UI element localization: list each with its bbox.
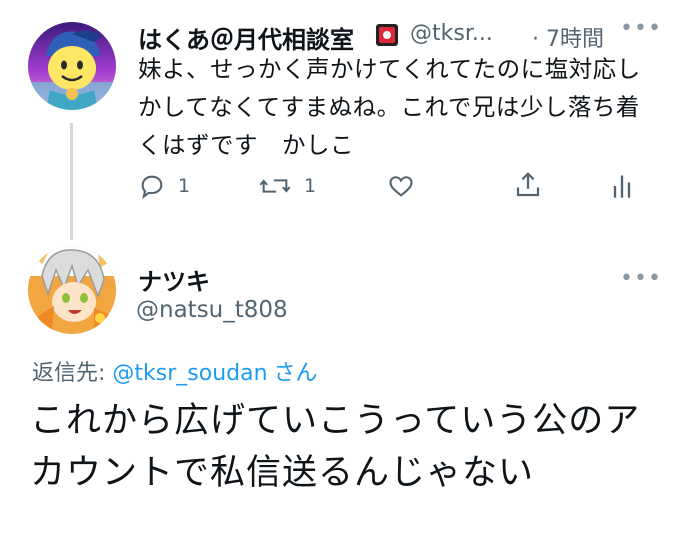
share-icon — [516, 172, 540, 197]
reply-to-suffix: さん — [273, 361, 318, 386]
analytics-button[interactable] — [610, 172, 634, 200]
more-options-icon[interactable]: ••• — [620, 16, 662, 41]
like-button[interactable] — [386, 172, 416, 200]
retweet-button[interactable]: 1 — [258, 172, 316, 200]
reply-count: 1 — [178, 175, 191, 197]
red-envelope-card-icon — [376, 24, 398, 46]
reply-icon — [141, 175, 163, 200]
analytics-icon — [613, 175, 631, 198]
more-options-icon[interactable]: ••• — [620, 266, 662, 291]
reply-button[interactable]: 1 — [138, 172, 190, 200]
heart-icon — [389, 176, 413, 197]
tweet1-header: はくあ＠月代相談室 @tksr... · 7時間 ••• — [138, 16, 661, 54]
user-handle[interactable]: @natsu_t808 — [136, 297, 288, 323]
reply-to-label: 返信先: — [32, 361, 113, 386]
thread-connector-line — [70, 123, 73, 240]
share-button[interactable] — [513, 170, 543, 200]
reply-to-line: 返信先: @tksr_soudan さん — [32, 355, 318, 387]
avatar-hakua[interactable] — [28, 22, 116, 110]
retweet-count: 1 — [304, 175, 317, 197]
display-name[interactable]: ナツキ — [138, 262, 210, 297]
retweet-icon — [259, 179, 291, 193]
avatar-hakua-image — [28, 22, 116, 110]
reply-to-mention-link[interactable]: @tksr_soudan — [112, 361, 267, 386]
avatar-natsuki[interactable] — [28, 246, 116, 334]
tweet2-text: これから広げていこうっていう公のアカウントで私信送るんじゃない — [30, 401, 641, 493]
tweet-timestamp[interactable]: · 7時間 — [532, 21, 604, 53]
user-handle[interactable]: @tksr... — [410, 21, 493, 46]
avatar-natsuki-image — [28, 246, 116, 334]
tweet1-text: 妹よ、せっかく声かけてくれてたのに塩対応しかしてなくてすまぬね。これで兄は少し落… — [138, 55, 641, 159]
